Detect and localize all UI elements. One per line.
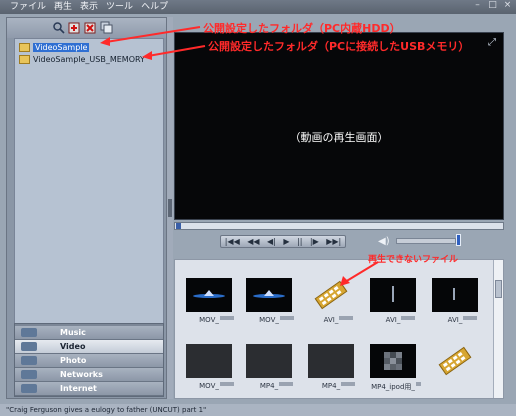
annotation-arrowhead-hdd bbox=[100, 37, 110, 46]
annotation-arrow-hdd bbox=[105, 26, 201, 43]
annotation-hdd: 公開設定したフォルダ（PC内蔵HDD） bbox=[203, 22, 401, 35]
annotation-arrows bbox=[100, 26, 379, 286]
annotation-usb: 公開設定したフォルダ（PCに接続したUSBメモリ） bbox=[208, 40, 470, 53]
annotation-arrow-unplayable bbox=[344, 261, 379, 283]
annotation-arrow-usb bbox=[147, 45, 206, 57]
annotation-unplayable: 再生できないファイル bbox=[368, 255, 459, 265]
annotation-arrowhead-usb bbox=[142, 51, 152, 60]
